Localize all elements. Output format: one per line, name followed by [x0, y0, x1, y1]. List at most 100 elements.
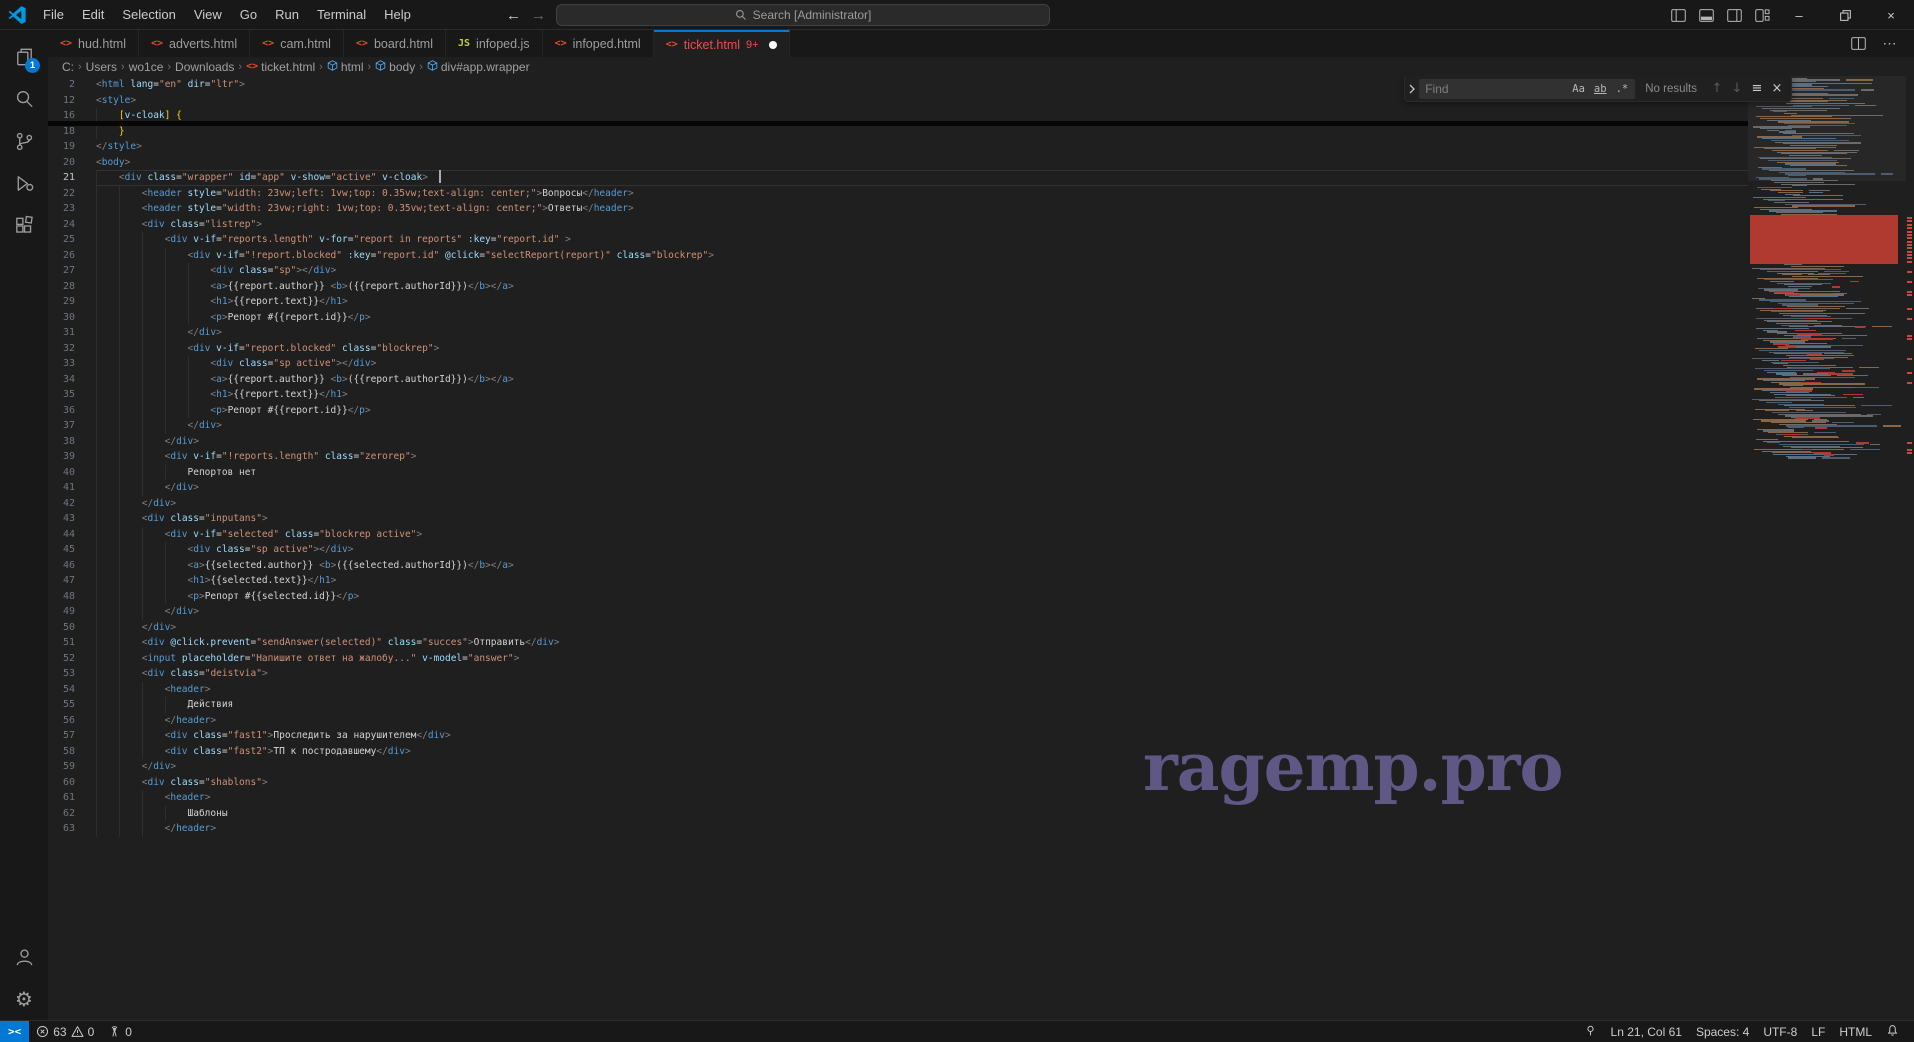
line-number[interactable]: 25: [48, 232, 96, 248]
code-line[interactable]: 22<header style="width: 23vw;left: 1vw;t…: [48, 186, 1748, 202]
account-icon[interactable]: [0, 936, 48, 978]
restore-button[interactable]: [1822, 0, 1868, 30]
tab-adverts.html[interactable]: <>adverts.html: [139, 30, 250, 57]
line-number[interactable]: 49: [48, 604, 96, 620]
breadcrumb-item-ticket-html[interactable]: <>ticket.html: [246, 60, 315, 74]
line-number[interactable]: 27: [48, 263, 96, 279]
line-number[interactable]: 33: [48, 356, 96, 372]
code-line[interactable]: 56</header>: [48, 713, 1748, 729]
code-line[interactable]: 37</div>: [48, 418, 1748, 434]
code-line[interactable]: 44<div v-if="selected" class="blockrep a…: [48, 527, 1748, 543]
line-number[interactable]: 43: [48, 511, 96, 527]
code-line[interactable]: 39<div v-if="!reports.length" class="zer…: [48, 449, 1748, 465]
line-number[interactable]: 62: [48, 806, 96, 822]
code-line[interactable]: 38</div>: [48, 434, 1748, 450]
menu-edit[interactable]: Edit: [73, 0, 113, 30]
menu-run[interactable]: Run: [266, 0, 308, 30]
status-utf-8[interactable]: UTF-8: [1756, 1021, 1804, 1042]
status-bell-icon[interactable]: [1879, 1021, 1906, 1042]
line-number[interactable]: 34: [48, 372, 96, 388]
line-number[interactable]: 48: [48, 589, 96, 605]
line-number[interactable]: 41: [48, 480, 96, 496]
extensions-icon[interactable]: [0, 204, 48, 246]
status-port-icon[interactable]: [1577, 1021, 1604, 1042]
code-line[interactable]: 45<div class="sp active"></div>: [48, 542, 1748, 558]
source-control-icon[interactable]: [0, 120, 48, 162]
menu-selection[interactable]: Selection: [113, 0, 184, 30]
menu-file[interactable]: File: [34, 0, 73, 30]
tab-cam.html[interactable]: <>cam.html: [250, 30, 344, 57]
line-number[interactable]: 52: [48, 651, 96, 667]
line-number[interactable]: 36: [48, 403, 96, 419]
code-line[interactable]: 62Шаблоны: [48, 806, 1748, 822]
line-number[interactable]: 54: [48, 682, 96, 698]
line-number[interactable]: 39: [48, 449, 96, 465]
breadcrumb-item-users[interactable]: Users: [86, 60, 117, 74]
tab-infoped.js[interactable]: JSinfoped.js: [446, 30, 543, 57]
line-number[interactable]: 45: [48, 542, 96, 558]
code-line[interactable]: 32<div v-if="report.blocked" class="bloc…: [48, 341, 1748, 357]
find-in-selection-button[interactable]: ≡: [1747, 81, 1767, 96]
code-line[interactable]: 18}: [48, 124, 1748, 140]
nav-back-icon[interactable]: ←: [506, 7, 521, 24]
match-case-button[interactable]: Aa: [1569, 82, 1588, 96]
editor[interactable]: 2<html lang="en" dir="ltr">12<style>16[v…: [48, 76, 1914, 1020]
next-match-button[interactable]: ↓: [1727, 81, 1747, 96]
search-box[interactable]: Search [Administrator]: [556, 4, 1050, 26]
code-line[interactable]: 46<a>{{selected.author}} <b>({{selected.…: [48, 558, 1748, 574]
code-line[interactable]: 16[v-cloak] {: [48, 108, 1748, 124]
line-number[interactable]: 18: [48, 124, 96, 140]
tab-infoped.html[interactable]: <>infoped.html: [543, 30, 654, 57]
status-ln-21--col-61[interactable]: Ln 21, Col 61: [1604, 1021, 1689, 1042]
code-line[interactable]: 21<div class="wrapper" id="app" v-show="…: [48, 170, 1748, 186]
line-number[interactable]: 23: [48, 201, 96, 217]
code-line[interactable]: 19</style>: [48, 139, 1748, 155]
code-line[interactable]: 25<div v-if="reports.length" v-for="repo…: [48, 232, 1748, 248]
code-line[interactable]: 55Действия: [48, 697, 1748, 713]
breadcrumb-item-html[interactable]: html: [327, 60, 364, 74]
regex-button[interactable]: .*: [1613, 82, 1632, 96]
code-line[interactable]: 26<div v-if="!report.blocked" :key="repo…: [48, 248, 1748, 264]
line-number[interactable]: 47: [48, 573, 96, 589]
line-number[interactable]: 38: [48, 434, 96, 450]
line-number[interactable]: 30: [48, 310, 96, 326]
code-line[interactable]: 23<header style="width: 23vw;right: 1vw;…: [48, 201, 1748, 217]
problems-indicator[interactable]: 63 0: [29, 1021, 101, 1042]
line-number[interactable]: 59: [48, 759, 96, 775]
run-debug-icon[interactable]: [0, 162, 48, 204]
status-spaces--4[interactable]: Spaces: 4: [1689, 1021, 1756, 1042]
minimize-button[interactable]: –: [1776, 0, 1822, 30]
code-line[interactable]: 42</div>: [48, 496, 1748, 512]
line-number[interactable]: 42: [48, 496, 96, 512]
code-line[interactable]: 52<input placeholder="Напишите ответ на …: [48, 651, 1748, 667]
code-line[interactable]: 40Репортов нет: [48, 465, 1748, 481]
nav-forward-icon[interactable]: →: [531, 7, 546, 24]
settings-gear-icon[interactable]: ⚙: [0, 978, 48, 1020]
tab-ticket.html[interactable]: <>ticket.html9+: [654, 30, 790, 57]
line-number[interactable]: 35: [48, 387, 96, 403]
breadcrumb-item-c-[interactable]: C:: [62, 60, 74, 74]
status-lf[interactable]: LF: [1804, 1021, 1832, 1042]
line-number[interactable]: 53: [48, 666, 96, 682]
line-number[interactable]: 50: [48, 620, 96, 636]
more-actions-icon[interactable]: ⋯: [1876, 29, 1904, 59]
line-number[interactable]: 16: [48, 108, 96, 124]
ports-indicator[interactable]: 0: [101, 1021, 139, 1042]
explorer-icon[interactable]: 1: [0, 36, 48, 78]
whole-word-button[interactable]: ab: [1591, 82, 1610, 96]
line-number[interactable]: 20: [48, 155, 96, 171]
code-line[interactable]: 51<div @click.prevent="sendAnswer(select…: [48, 635, 1748, 651]
code-line[interactable]: 35<h1>{{report.text}}</h1>: [48, 387, 1748, 403]
code-line[interactable]: 24<div class="listrep">: [48, 217, 1748, 233]
menu-help[interactable]: Help: [375, 0, 420, 30]
breadcrumb-item-div-app-wrapper[interactable]: div#app.wrapper: [427, 60, 530, 74]
toggle-secondary-sidebar-icon[interactable]: [1720, 0, 1748, 30]
close-find-button[interactable]: ×: [1767, 81, 1787, 96]
code-line[interactable]: 48<p>Репорт #{{selected.id}}</p>: [48, 589, 1748, 605]
line-number[interactable]: 57: [48, 728, 96, 744]
line-number[interactable]: 22: [48, 186, 96, 202]
line-number[interactable]: 2: [48, 77, 96, 93]
line-number[interactable]: 29: [48, 294, 96, 310]
line-number[interactable]: 46: [48, 558, 96, 574]
line-number[interactable]: 24: [48, 217, 96, 233]
